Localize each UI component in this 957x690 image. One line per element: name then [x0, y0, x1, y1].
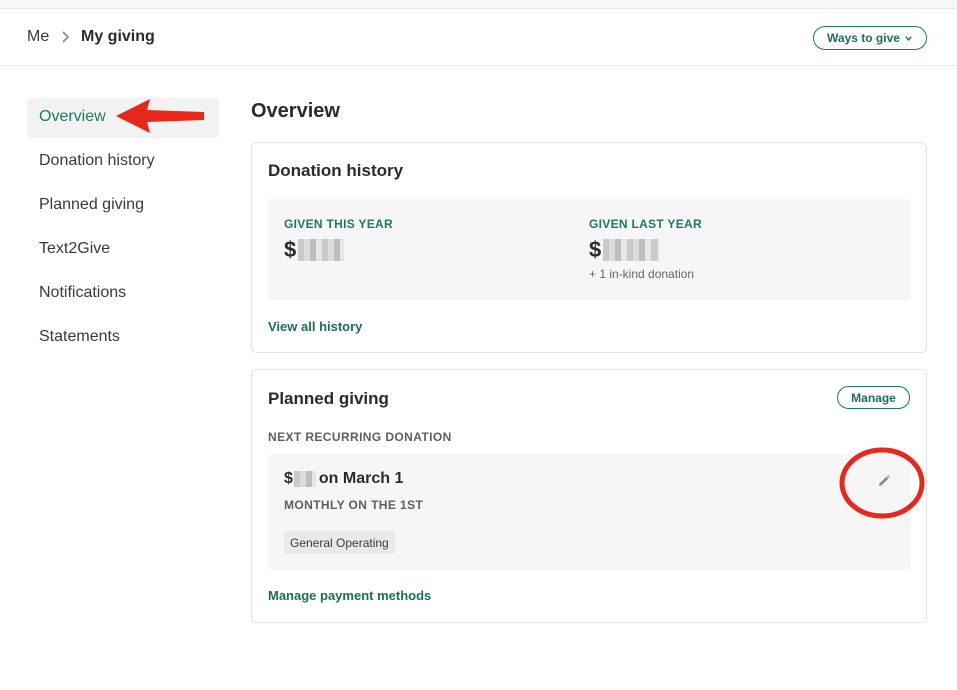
given-this-year-currency: $	[284, 237, 297, 262]
chevron-down-icon	[905, 35, 912, 41]
planned-giving-card: Planned giving Manage NEXT RECURRING DON…	[251, 369, 927, 623]
sidebar-item-label: Donation history	[39, 152, 155, 169]
redacted-amount	[603, 239, 660, 261]
donation-history-title: Donation history	[268, 161, 404, 180]
next-recurring-label: NEXT RECURRING DONATION	[268, 430, 452, 444]
given-last-year-value: $	[589, 237, 660, 263]
given-last-year-currency: $	[589, 237, 602, 262]
redacted-amount	[298, 239, 345, 261]
breadcrumb-me-link[interactable]: Me	[27, 28, 49, 46]
redacted-amount	[293, 471, 316, 487]
manage-payment-methods-link[interactable]: Manage payment methods	[268, 588, 431, 603]
donation-summary-panel: GIVEN THIS YEAR $ GIVEN LAST YEAR $ + 1 …	[268, 199, 911, 300]
sidebar-item-text2give[interactable]: Text2Give	[27, 230, 219, 270]
recurring-donation-panel: $ on March 1 MONTHLY ON THE 1ST General …	[268, 454, 911, 570]
ways-to-give-button[interactable]: Ways to give	[813, 26, 927, 50]
sidebar-item-label: Text2Give	[39, 240, 111, 257]
sidebar-item-label: Notifications	[39, 284, 127, 301]
recurring-currency: $	[284, 470, 293, 487]
in-kind-note: + 1 in-kind donation	[589, 267, 695, 281]
fund-tag: General Operating	[284, 531, 395, 554]
breadcrumb-current: My giving	[81, 28, 155, 45]
given-this-year-value: $	[284, 237, 345, 263]
sidebar-item-label: Planned giving	[39, 196, 144, 213]
given-this-year-label: GIVEN THIS YEAR	[284, 217, 393, 231]
recurring-date: on March 1	[318, 470, 404, 487]
top-strip	[0, 0, 957, 9]
chevron-right-icon	[62, 31, 70, 43]
donation-history-card: Donation history GIVEN THIS YEAR $ GIVEN…	[251, 142, 927, 353]
page-title: Overview	[251, 100, 340, 122]
annotation-circle-icon	[839, 447, 925, 519]
view-all-history-link[interactable]: View all history	[268, 319, 362, 334]
recurring-frequency: MONTHLY ON THE 1ST	[284, 498, 424, 512]
sidebar-item-label: Statements	[39, 328, 120, 345]
sidebar-item-notifications[interactable]: Notifications	[27, 274, 219, 314]
sidebar-item-donation-history[interactable]: Donation history	[27, 142, 219, 182]
sidebar-item-planned-giving[interactable]: Planned giving	[27, 186, 219, 226]
ways-to-give-label: Ways to give	[827, 31, 900, 45]
manage-button[interactable]: Manage	[837, 386, 910, 409]
sidebar-item-label: Overview	[39, 108, 106, 125]
sidebar-item-statements[interactable]: Statements	[27, 318, 219, 358]
page-header: Me My giving Ways to give	[0, 9, 957, 66]
annotation-arrow-icon	[116, 99, 204, 133]
recurring-amount: $ on March 1	[284, 470, 403, 488]
given-last-year-label: GIVEN LAST YEAR	[589, 217, 702, 231]
planned-giving-title: Planned giving	[268, 389, 389, 408]
